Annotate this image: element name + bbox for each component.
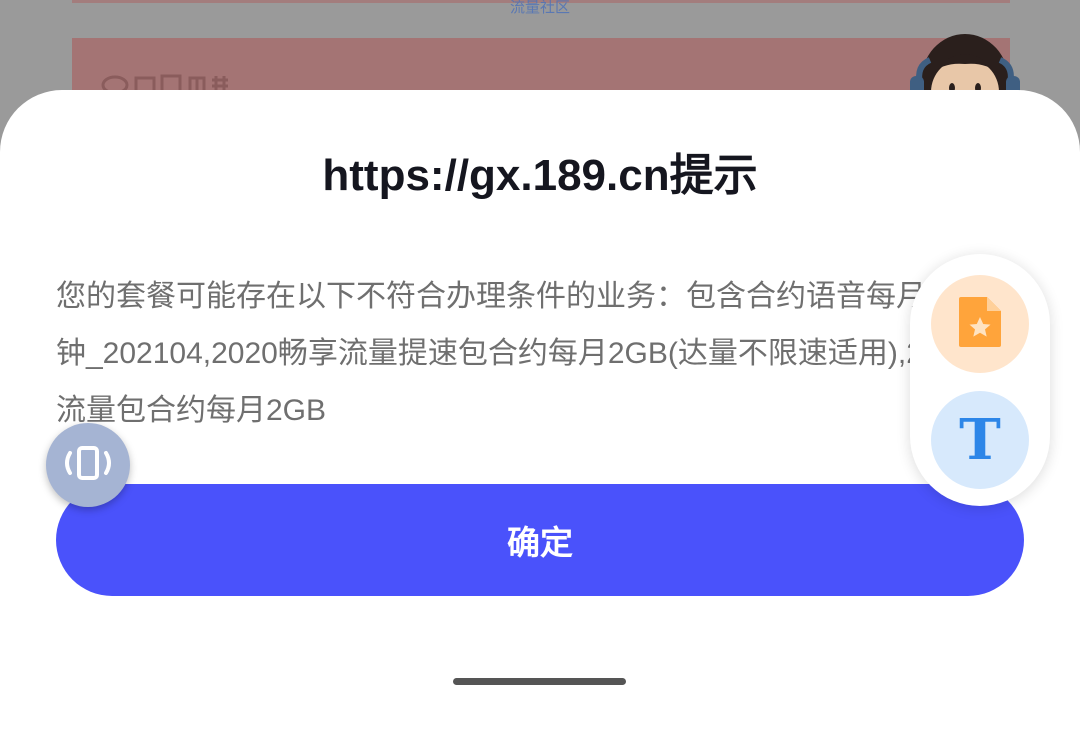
text-format-button[interactable]: T xyxy=(931,391,1029,489)
vibrate-button[interactable] xyxy=(46,423,130,507)
dialog-title: https://gx.189.cn提示 xyxy=(322,151,758,200)
starred-document-icon xyxy=(957,295,1003,354)
favorite-document-button[interactable] xyxy=(931,275,1029,373)
text-format-icon: T xyxy=(959,407,1001,473)
home-indicator[interactable] xyxy=(453,678,626,685)
dialog-message: 您的套餐可能存在以下不符合办理条件的业务：包含合约语音每月200分钟_20210… xyxy=(56,280,1007,427)
vibrate-icon xyxy=(58,441,118,490)
confirm-button[interactable]: 确定 xyxy=(56,484,1024,596)
floating-tool-panel: T xyxy=(910,254,1050,506)
